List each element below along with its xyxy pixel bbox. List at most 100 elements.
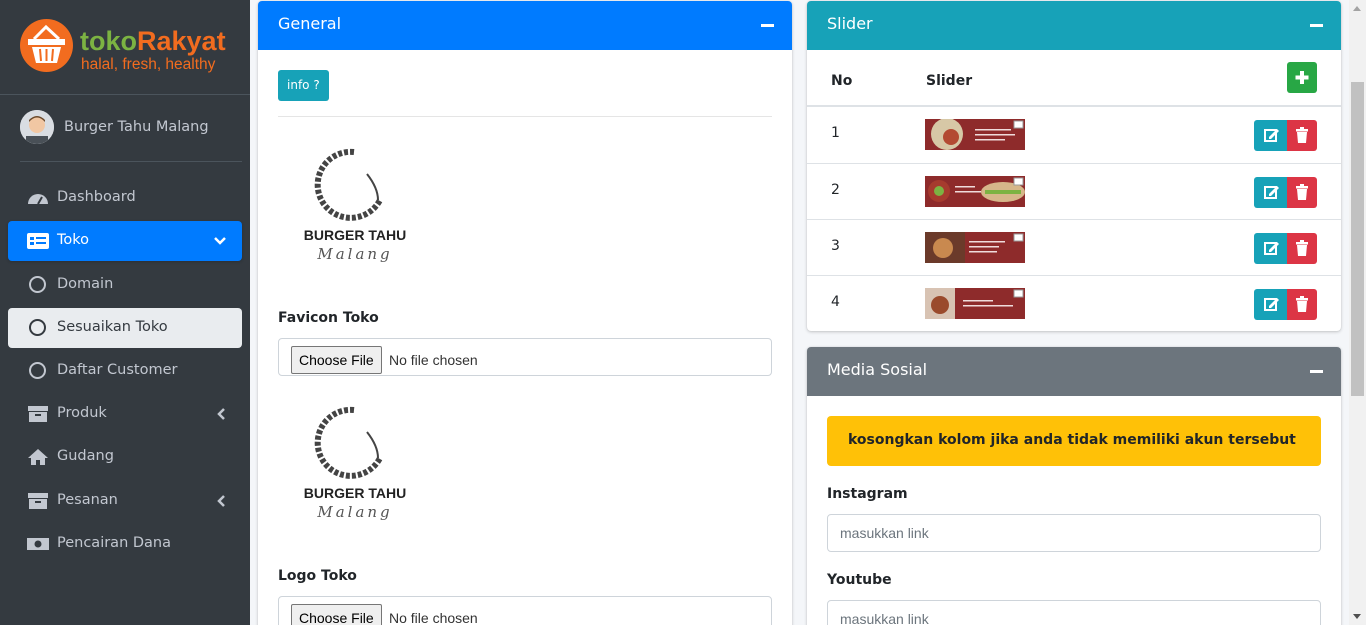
- edit-icon: [1264, 298, 1279, 311]
- row-number: 2: [831, 182, 840, 198]
- trash-icon: [1296, 184, 1308, 200]
- brand[interactable]: tokoRakyat halal, fresh, healthy: [0, 0, 250, 95]
- edit-icon: [1264, 242, 1279, 255]
- divider: [278, 116, 772, 117]
- sidebar-item-label: Pesanan: [57, 492, 118, 508]
- sidebar-item-label: Toko: [57, 232, 90, 248]
- file-status: No file chosen: [389, 610, 478, 625]
- basket-logo-icon: [20, 19, 73, 72]
- media-sosial-card-title: Media Sosial: [827, 360, 928, 379]
- svg-text:BURGER TAHU: BURGER TAHU: [304, 485, 406, 501]
- sidebar-item-produk[interactable]: Produk: [8, 394, 242, 434]
- archive-icon: [28, 493, 48, 509]
- scroll-up-arrow-icon[interactable]: [1353, 6, 1361, 11]
- sidebar-item-toko[interactable]: Toko: [8, 221, 242, 261]
- favicon-preview-image: BURGER TAHU Malang: [292, 138, 418, 264]
- column-header-slider: Slider: [926, 73, 973, 89]
- slider-thumbnail[interactable]: [925, 176, 1025, 207]
- general-card-header: General: [258, 1, 792, 50]
- row-number: 4: [831, 294, 840, 310]
- sidebar-item-pesanan[interactable]: Pesanan: [8, 481, 242, 521]
- trash-icon: [1296, 240, 1308, 256]
- file-status: No file chosen: [389, 352, 478, 368]
- sidebar-item-label: Daftar Customer: [57, 362, 178, 378]
- media-sosial-card: Media Sosial kosongkan kolom jika anda t…: [807, 347, 1341, 625]
- slider-card-title: Slider: [827, 14, 873, 33]
- choose-file-button[interactable]: Choose File: [291, 604, 382, 625]
- chevron-left-icon: [217, 495, 225, 507]
- sidebar-item-label: Sesuaikan Toko: [57, 319, 168, 335]
- user-panel: Burger Tahu Malang: [20, 110, 242, 162]
- trash-icon: [1296, 296, 1308, 312]
- edit-button[interactable]: [1254, 289, 1287, 320]
- svg-text:Malang: Malang: [316, 245, 392, 263]
- dashboard-icon: [28, 194, 48, 205]
- home-icon: [28, 449, 48, 465]
- logo-file-input[interactable]: Choose File No file chosen: [278, 596, 772, 625]
- avatar[interactable]: [20, 110, 54, 144]
- sidebar-item-pencairan-dana[interactable]: Pencairan Dana: [8, 524, 242, 564]
- collapse-minus-icon[interactable]: [1310, 370, 1323, 373]
- delete-button[interactable]: [1287, 233, 1317, 264]
- sidebar-item-sesuaikan-toko[interactable]: Sesuaikan Toko: [8, 308, 242, 348]
- favicon-file-input[interactable]: Choose File No file chosen: [278, 338, 772, 376]
- slider-thumbnail[interactable]: [925, 288, 1025, 319]
- slider-card: Slider No Slider 1 2 3 4: [807, 1, 1341, 331]
- table-row: 3: [807, 219, 1341, 275]
- delete-button[interactable]: [1287, 289, 1317, 320]
- instagram-label: Instagram: [827, 486, 908, 502]
- brand-name: tokoRakyat: [80, 26, 226, 56]
- youtube-label: Youtube: [827, 572, 892, 588]
- collapse-minus-icon[interactable]: [761, 24, 774, 27]
- circle-icon: [29, 319, 46, 336]
- archive-icon: [28, 406, 48, 422]
- scrollbar-thumb[interactable]: [1351, 82, 1364, 396]
- svg-text:BURGER TAHU: BURGER TAHU: [304, 227, 406, 243]
- sidebar-item-daftar-customer[interactable]: Daftar Customer: [8, 351, 242, 391]
- warning-alert: kosongkan kolom jika anda tidak memiliki…: [827, 416, 1321, 466]
- sidebar-item-dashboard[interactable]: Dashboard: [8, 178, 242, 218]
- instagram-input[interactable]: masukkan link: [827, 514, 1321, 552]
- edit-icon: [1264, 186, 1279, 199]
- slider-thumbnail[interactable]: [925, 232, 1025, 263]
- chevron-left-icon: [217, 408, 225, 420]
- youtube-input[interactable]: masukkan link: [827, 600, 1321, 625]
- sidebar-item-gudang[interactable]: Gudang: [8, 437, 242, 477]
- scroll-down-arrow-icon[interactable]: [1353, 614, 1361, 619]
- delete-button[interactable]: [1287, 120, 1317, 151]
- plus-icon: [1295, 71, 1309, 84]
- circle-icon: [29, 276, 46, 293]
- slider-thumbnail[interactable]: [925, 119, 1025, 150]
- add-slider-button[interactable]: [1287, 62, 1317, 93]
- sidebar: tokoRakyat halal, fresh, healthy Burger …: [0, 0, 250, 625]
- choose-file-button[interactable]: Choose File: [291, 346, 382, 374]
- trash-icon: [1296, 127, 1308, 143]
- collapse-minus-icon[interactable]: [1310, 24, 1323, 27]
- page-scrollbar[interactable]: [1349, 0, 1366, 625]
- edit-button[interactable]: [1254, 233, 1287, 264]
- general-card-title: General: [278, 14, 342, 33]
- sidebar-item-label: Produk: [57, 405, 107, 421]
- logo-preview-image: BURGER TAHU Malang: [292, 396, 418, 522]
- circle-icon: [29, 362, 46, 379]
- chevron-down-icon: [214, 237, 226, 245]
- table-row: 2: [807, 163, 1341, 219]
- svg-text:Malang: Malang: [316, 503, 392, 521]
- slider-card-header: Slider: [807, 1, 1341, 50]
- column-header-no: No: [831, 73, 853, 89]
- edit-button[interactable]: [1254, 177, 1287, 208]
- user-name[interactable]: Burger Tahu Malang: [64, 119, 209, 135]
- delete-button[interactable]: [1287, 177, 1317, 208]
- row-number: 3: [831, 238, 840, 254]
- favicon-label: Favicon Toko: [278, 310, 379, 326]
- media-sosial-card-header: Media Sosial: [807, 347, 1341, 396]
- logo-label: Logo Toko: [278, 568, 357, 584]
- sidebar-item-label: Dashboard: [57, 189, 136, 205]
- row-number: 1: [831, 125, 840, 141]
- general-card: General info ? BURGER TAHU Malang Favico…: [258, 1, 792, 625]
- sidebar-item-label: Pencairan Dana: [57, 535, 171, 551]
- table-row: 1: [807, 107, 1341, 163]
- info-button[interactable]: info ?: [278, 70, 329, 101]
- sidebar-item-domain[interactable]: Domain: [8, 265, 242, 305]
- edit-button[interactable]: [1254, 120, 1287, 151]
